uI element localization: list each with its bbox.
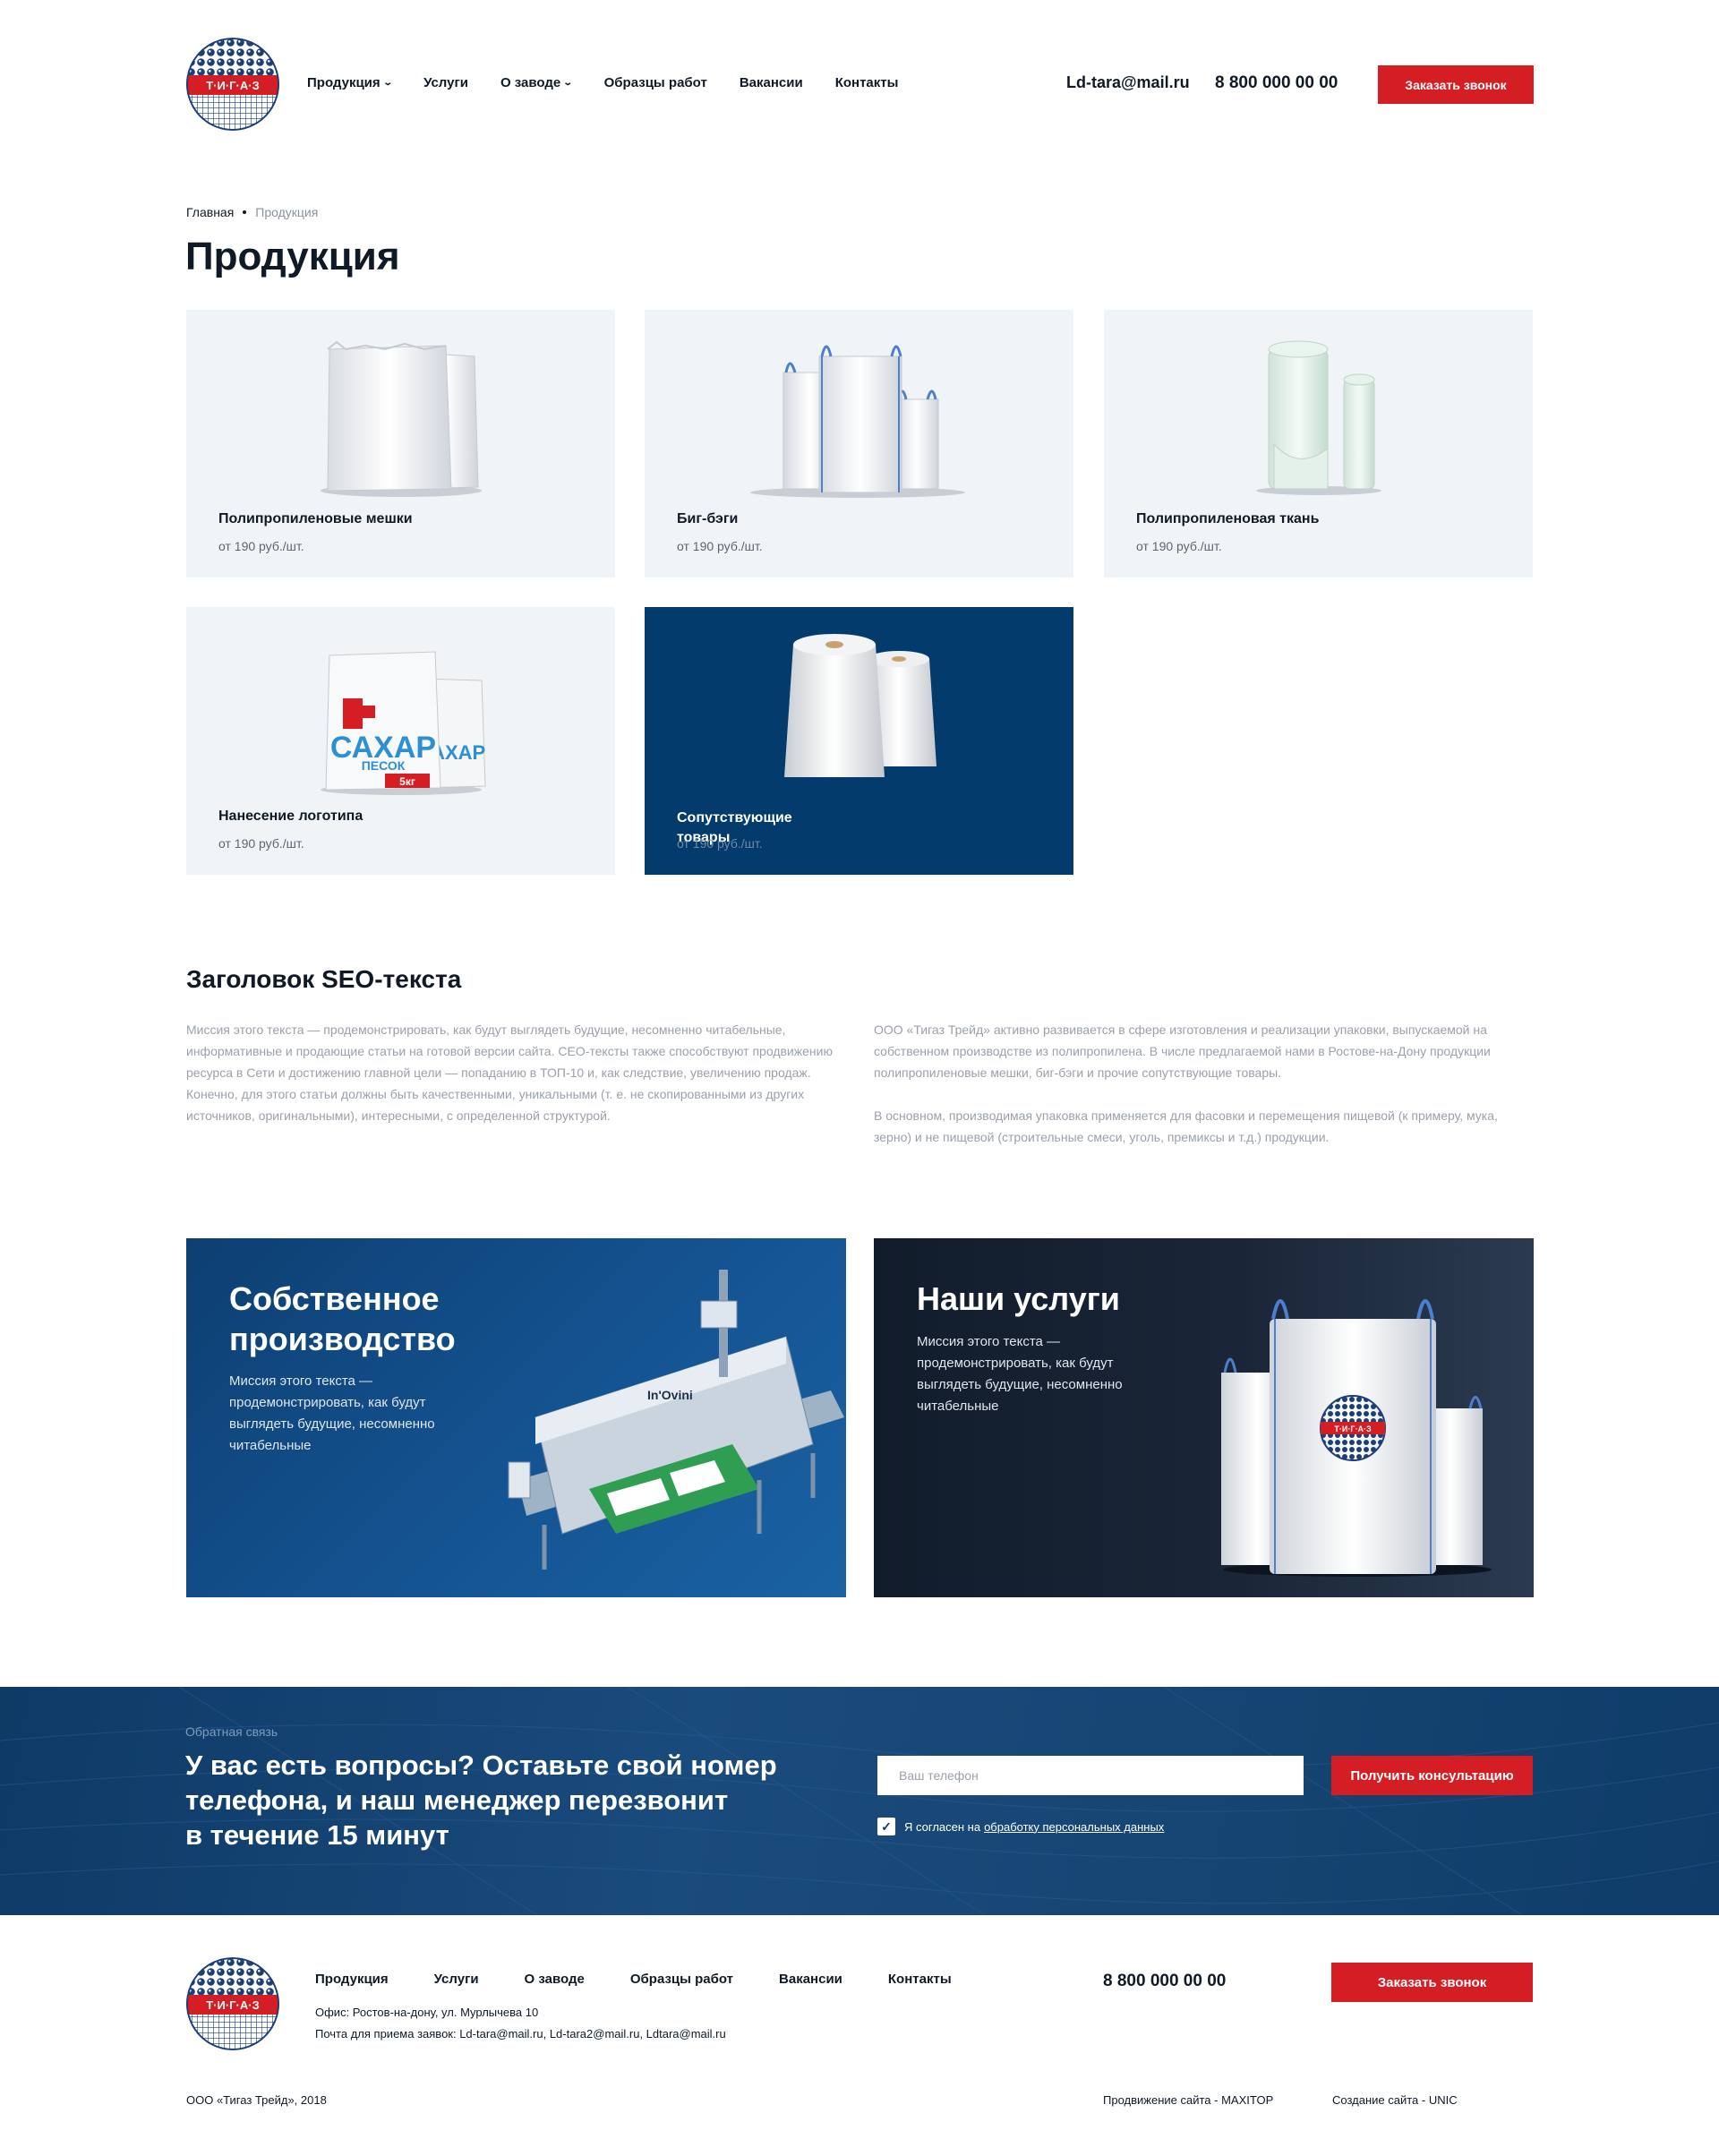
nav-item-samples[interactable]: Образцы работ — [604, 75, 707, 90]
banner-production[interactable]: Собственное производство Миссия этого те… — [186, 1238, 846, 1597]
logo-graphic: Т·И·Г·А·З — [186, 1957, 279, 2050]
yarn-bobbins-image — [784, 634, 936, 777]
fabric-rolls-image — [1256, 340, 1381, 495]
product-price: от 190 руб./шт. — [677, 539, 763, 553]
nav-label: Продукция — [307, 75, 381, 90]
privacy-policy-link[interactable]: обработку персональных данных — [984, 1820, 1164, 1834]
consent-checkbox[interactable]: ✓ — [877, 1818, 895, 1835]
nav-label: Контакты — [834, 75, 899, 90]
footer-nav-about[interactable]: О заводе — [525, 1972, 585, 1987]
product-name: Биг-бэги — [677, 511, 739, 526]
feedback-title: У вас есть вопросы? Оставьте свой номер … — [185, 1750, 777, 1851]
logo-text: Т·И·Г·А·З — [206, 79, 260, 92]
nav-item-contacts[interactable]: Контакты — [835, 75, 899, 90]
big-bags-image — [750, 345, 965, 498]
footer-nav-vacancies[interactable]: Вакансии — [779, 1972, 842, 1987]
banner-text: Миссия этого текста — продемонстрировать… — [917, 1334, 1123, 1414]
banner-text: Миссия этого текста — продемонстрировать… — [229, 1373, 435, 1453]
footer-nav: Продукция Услуги О заводе Образцы работ … — [315, 1972, 952, 1987]
product-card-big-bags[interactable]: Биг-бэги от 190 руб./шт. — [645, 310, 1073, 578]
site-header: Т·И·Г·А·З Продукция ⌄ Услуги О заводе ⌄ Об… — [0, 0, 1719, 170]
page-title: Продукция — [185, 235, 400, 278]
tigaz-logo[interactable]: Т·И·Г·А·З — [186, 38, 279, 131]
product-name: Полипропиленовая ткань — [1136, 511, 1320, 526]
machine-image: In'Ovini — [508, 1270, 844, 1570]
seo-title: Заголовок SEO-текста — [186, 965, 462, 993]
feedback-section: Обратная связь У вас есть вопросы? Остав… — [0, 1687, 1719, 1915]
product-price: от 190 руб./шт. — [1136, 539, 1222, 553]
seo-paragraph: Миссия этого текста — продемонстрировать… — [186, 1022, 833, 1123]
product-card-sacks[interactable]: Полипропиленовые мешки от 190 руб./шт. — [186, 310, 615, 578]
banner-services[interactable]: Наши услуги Миссия этого текста — продем… — [874, 1238, 1534, 1597]
get-consultation-button[interactable]: Получить консультацию — [1331, 1756, 1533, 1795]
feedback-label: Обратная связь — [185, 1724, 278, 1739]
chevron-down-icon: ⌄ — [562, 78, 574, 88]
product-name: Нанесение логотипа — [218, 808, 363, 824]
seo-text-left: Миссия этого текста — продемонстрировать… — [186, 1019, 849, 1126]
product-price: от 190 руб./шт. — [218, 539, 304, 553]
logo-text: Т·И·Г·А·З — [206, 1998, 260, 2012]
consent-text: Я согласен на — [904, 1819, 981, 1834]
nav-label: Вакансии — [739, 75, 803, 90]
main-nav: Продукция ⌄ Услуги О заводе ⌄ Образцы рабо… — [307, 75, 930, 90]
nav-label: Услуги — [423, 75, 468, 90]
product-price: от 190 руб./шт. — [677, 836, 763, 851]
print-subtext: ПЕСОК — [362, 758, 406, 773]
print-weight: 5кг — [399, 775, 415, 788]
machine-label: In'Ovini — [647, 1388, 693, 1402]
footer-tigaz-logo[interactable]: Т·И·Г·А·З — [186, 1957, 279, 2050]
order-call-button[interactable]: Заказать звонок — [1378, 65, 1534, 104]
nav-label: О заводе — [500, 75, 561, 90]
seo-paragraph: В основном, производимая упаковка примен… — [874, 1108, 1498, 1144]
breadcrumb-separator — [243, 210, 247, 214]
breadcrumb-home-link[interactable]: Главная — [186, 205, 234, 219]
nav-item-about[interactable]: О заводе ⌄ — [500, 75, 574, 90]
footer-nav-samples[interactable]: Образцы работ — [630, 1972, 733, 1987]
phone-input[interactable] — [877, 1756, 1304, 1795]
checkmark-icon: ✓ — [881, 1818, 892, 1834]
nav-item-vacancies[interactable]: Вакансии — [740, 75, 803, 90]
sacks-image — [321, 340, 482, 497]
footer-office-address: Офис: Ростов-на-дону, ул. Мурлычева 10 — [315, 2006, 539, 2019]
footer-order-call-button[interactable]: Заказать звонок — [1331, 1963, 1533, 2002]
seo-paragraph: ООО «Тигаз Трейд» активно развивается в … — [874, 1022, 1491, 1080]
promotion-credit-link[interactable]: Продвижение сайта - MAXITOP — [1103, 2093, 1273, 2107]
copyright: ООО «Тигаз Трейд», 2018 — [186, 2093, 327, 2107]
nav-item-products[interactable]: Продукция ⌄ — [307, 75, 393, 90]
product-card-logo-print[interactable]: САХАР САХАР ПЕСОК 5кг Нанесение логотипа… — [186, 607, 615, 875]
product-name: Полипропиленовые мешки — [218, 511, 413, 526]
header-email-link[interactable]: Ld-tara@mail.ru — [1066, 73, 1190, 92]
printed-sacks-image: САХАР САХАР ПЕСОК 5кг — [321, 651, 486, 795]
logo-graphic: Т·И·Г·А·З — [186, 38, 279, 131]
footer-nav-products[interactable]: Продукция — [315, 1972, 389, 1987]
product-card-fabric[interactable]: Полипропиленовая ткань от 190 руб./шт. — [1104, 310, 1533, 578]
bag-logo-text: Т·И·Г·А·З — [1334, 1424, 1372, 1433]
footer-nav-contacts[interactable]: Контакты — [888, 1972, 952, 1987]
nav-label: Образцы работ — [603, 75, 707, 90]
header-phone-link[interactable]: 8 800 000 00 00 — [1215, 73, 1338, 93]
product-price: от 190 руб./шт. — [218, 836, 304, 851]
footer-nav-services[interactable]: Услуги — [434, 1972, 479, 1987]
seo-text-right: ООО «Тигаз Трейд» активно развивается в … — [874, 1019, 1501, 1148]
creation-credit-link[interactable]: Создание сайта - UNIC — [1332, 2093, 1458, 2107]
footer-phone-link[interactable]: 8 800 000 00 00 — [1103, 1972, 1226, 1991]
consent-row: ✓ Я согласен на обработку персональных д… — [877, 1818, 1164, 1835]
product-card-related[interactable]: Сопутствующие товары от 190 руб./шт. — [645, 607, 1073, 875]
big-bags-branded-image: Т·И·Г·А·З — [1221, 1299, 1492, 1577]
chevron-down-icon: ⌄ — [381, 78, 393, 88]
banner-title: Собственное производство — [229, 1280, 456, 1357]
nav-item-services[interactable]: Услуги — [423, 75, 468, 90]
breadcrumb-current: Продукция — [255, 205, 319, 219]
footer-emails: Почта для приема заявок: Ld-tara@mail.ru… — [315, 2027, 726, 2040]
banner-title: Наши услуги — [917, 1280, 1120, 1317]
breadcrumb: Главная Продукция — [186, 205, 318, 219]
